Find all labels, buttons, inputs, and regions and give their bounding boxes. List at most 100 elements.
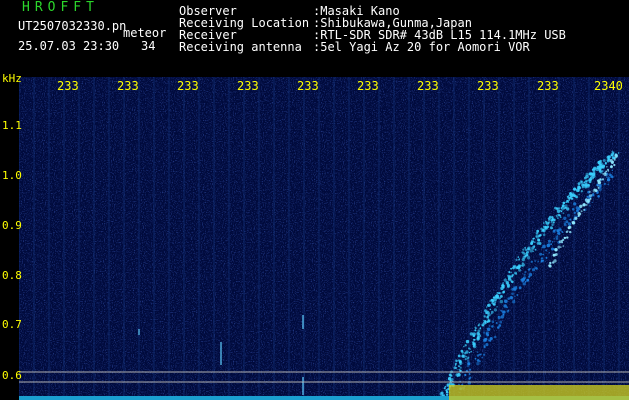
- echo-point: [555, 253, 558, 256]
- echo-point: [543, 222, 545, 224]
- echo-point: [524, 247, 526, 249]
- echo-point: [515, 286, 517, 288]
- echo-point: [521, 251, 523, 253]
- echo-point: [525, 281, 527, 283]
- echo-point: [527, 247, 530, 250]
- echo-point: [468, 381, 472, 385]
- echo-point: [497, 297, 499, 299]
- echo-point: [489, 320, 490, 321]
- echo-point: [529, 268, 530, 269]
- x-tick-label: 233: [117, 80, 139, 92]
- echo-point: [508, 275, 512, 279]
- echo-point: [517, 294, 519, 296]
- echo-point: [602, 165, 605, 168]
- echo-point: [473, 339, 475, 341]
- echo-point: [519, 286, 522, 289]
- echo-point: [469, 373, 471, 375]
- echo-point: [599, 160, 602, 163]
- echo-point: [476, 362, 479, 365]
- echo-point: [462, 355, 465, 358]
- echo-point: [541, 258, 543, 260]
- echo-point: [579, 194, 580, 195]
- echo-point: [569, 219, 571, 221]
- echo-point: [492, 320, 495, 323]
- echo-point: [481, 357, 482, 358]
- echo-point: [534, 241, 536, 243]
- echo-point: [618, 152, 619, 153]
- plot-grid: [19, 77, 619, 400]
- echo-point: [488, 313, 491, 316]
- echo-point: [508, 310, 509, 311]
- echo-point: [562, 239, 564, 241]
- echo-point: [522, 263, 525, 266]
- echo-point: [518, 256, 520, 258]
- echo-point: [484, 309, 487, 312]
- echo-point: [526, 279, 529, 282]
- echo-point: [498, 316, 500, 318]
- echo-point: [591, 194, 592, 195]
- echo-point: [507, 282, 509, 284]
- echo-point: [551, 216, 553, 218]
- echo-point: [494, 302, 496, 304]
- echo-point: [479, 328, 481, 330]
- echo-point: [484, 321, 486, 323]
- echo-point: [557, 235, 558, 236]
- echo-point: [549, 262, 551, 264]
- echo-point: [583, 184, 585, 186]
- echo-point: [608, 184, 610, 186]
- echo-point: [462, 351, 464, 353]
- echo-point: [450, 380, 452, 382]
- echo-point: [455, 360, 458, 363]
- echo-point: [490, 309, 491, 310]
- echo-point: [502, 282, 504, 284]
- echo-point: [578, 213, 581, 216]
- x-tick-label: 233: [537, 80, 559, 92]
- echo-point: [470, 351, 472, 353]
- echo-point: [551, 222, 553, 224]
- echo-point: [574, 212, 576, 214]
- echo-point: [474, 344, 475, 345]
- echo-point: [512, 300, 515, 303]
- echo-point: [532, 238, 534, 240]
- echo-point: [597, 185, 598, 186]
- echo-point: [522, 258, 525, 261]
- echo-point: [480, 354, 482, 356]
- echo-point: [581, 210, 583, 212]
- echo-point: [566, 230, 568, 232]
- echo-point: [593, 194, 595, 196]
- echo-point: [498, 292, 500, 294]
- echo-point: [491, 299, 494, 302]
- echo-point: [477, 359, 480, 362]
- x-tick-label: 233: [477, 80, 499, 92]
- echo-point: [495, 300, 497, 302]
- echo-point: [500, 295, 503, 298]
- echo-point: [527, 256, 530, 259]
- echo-point: [590, 178, 592, 180]
- echo-point: [550, 226, 553, 229]
- echo-point: [553, 221, 555, 223]
- echo-point: [500, 300, 503, 303]
- echo-point: [590, 198, 592, 200]
- echo-point: [524, 256, 525, 257]
- echo-point: [567, 201, 569, 203]
- echo-point: [578, 186, 581, 189]
- echo-point: [569, 231, 571, 233]
- echo-point: [511, 297, 513, 299]
- echo-point: [540, 234, 542, 236]
- echo-point: [457, 369, 458, 370]
- echo-point: [563, 212, 565, 214]
- echo-point: [472, 332, 475, 335]
- echo-point: [486, 334, 489, 337]
- echo-point: [511, 293, 514, 296]
- y-tick-label: 0.8: [2, 270, 22, 281]
- echo-point: [483, 338, 486, 341]
- y-tick-label: 1.1: [2, 120, 22, 131]
- x-tick-label: 233: [417, 80, 439, 92]
- echo-point: [534, 266, 537, 269]
- echo-point: [553, 259, 556, 262]
- echo-point: [551, 223, 554, 226]
- echo-point: [515, 259, 517, 261]
- echo-point: [513, 286, 515, 288]
- echo-point: [606, 176, 608, 178]
- echo-point: [581, 181, 583, 183]
